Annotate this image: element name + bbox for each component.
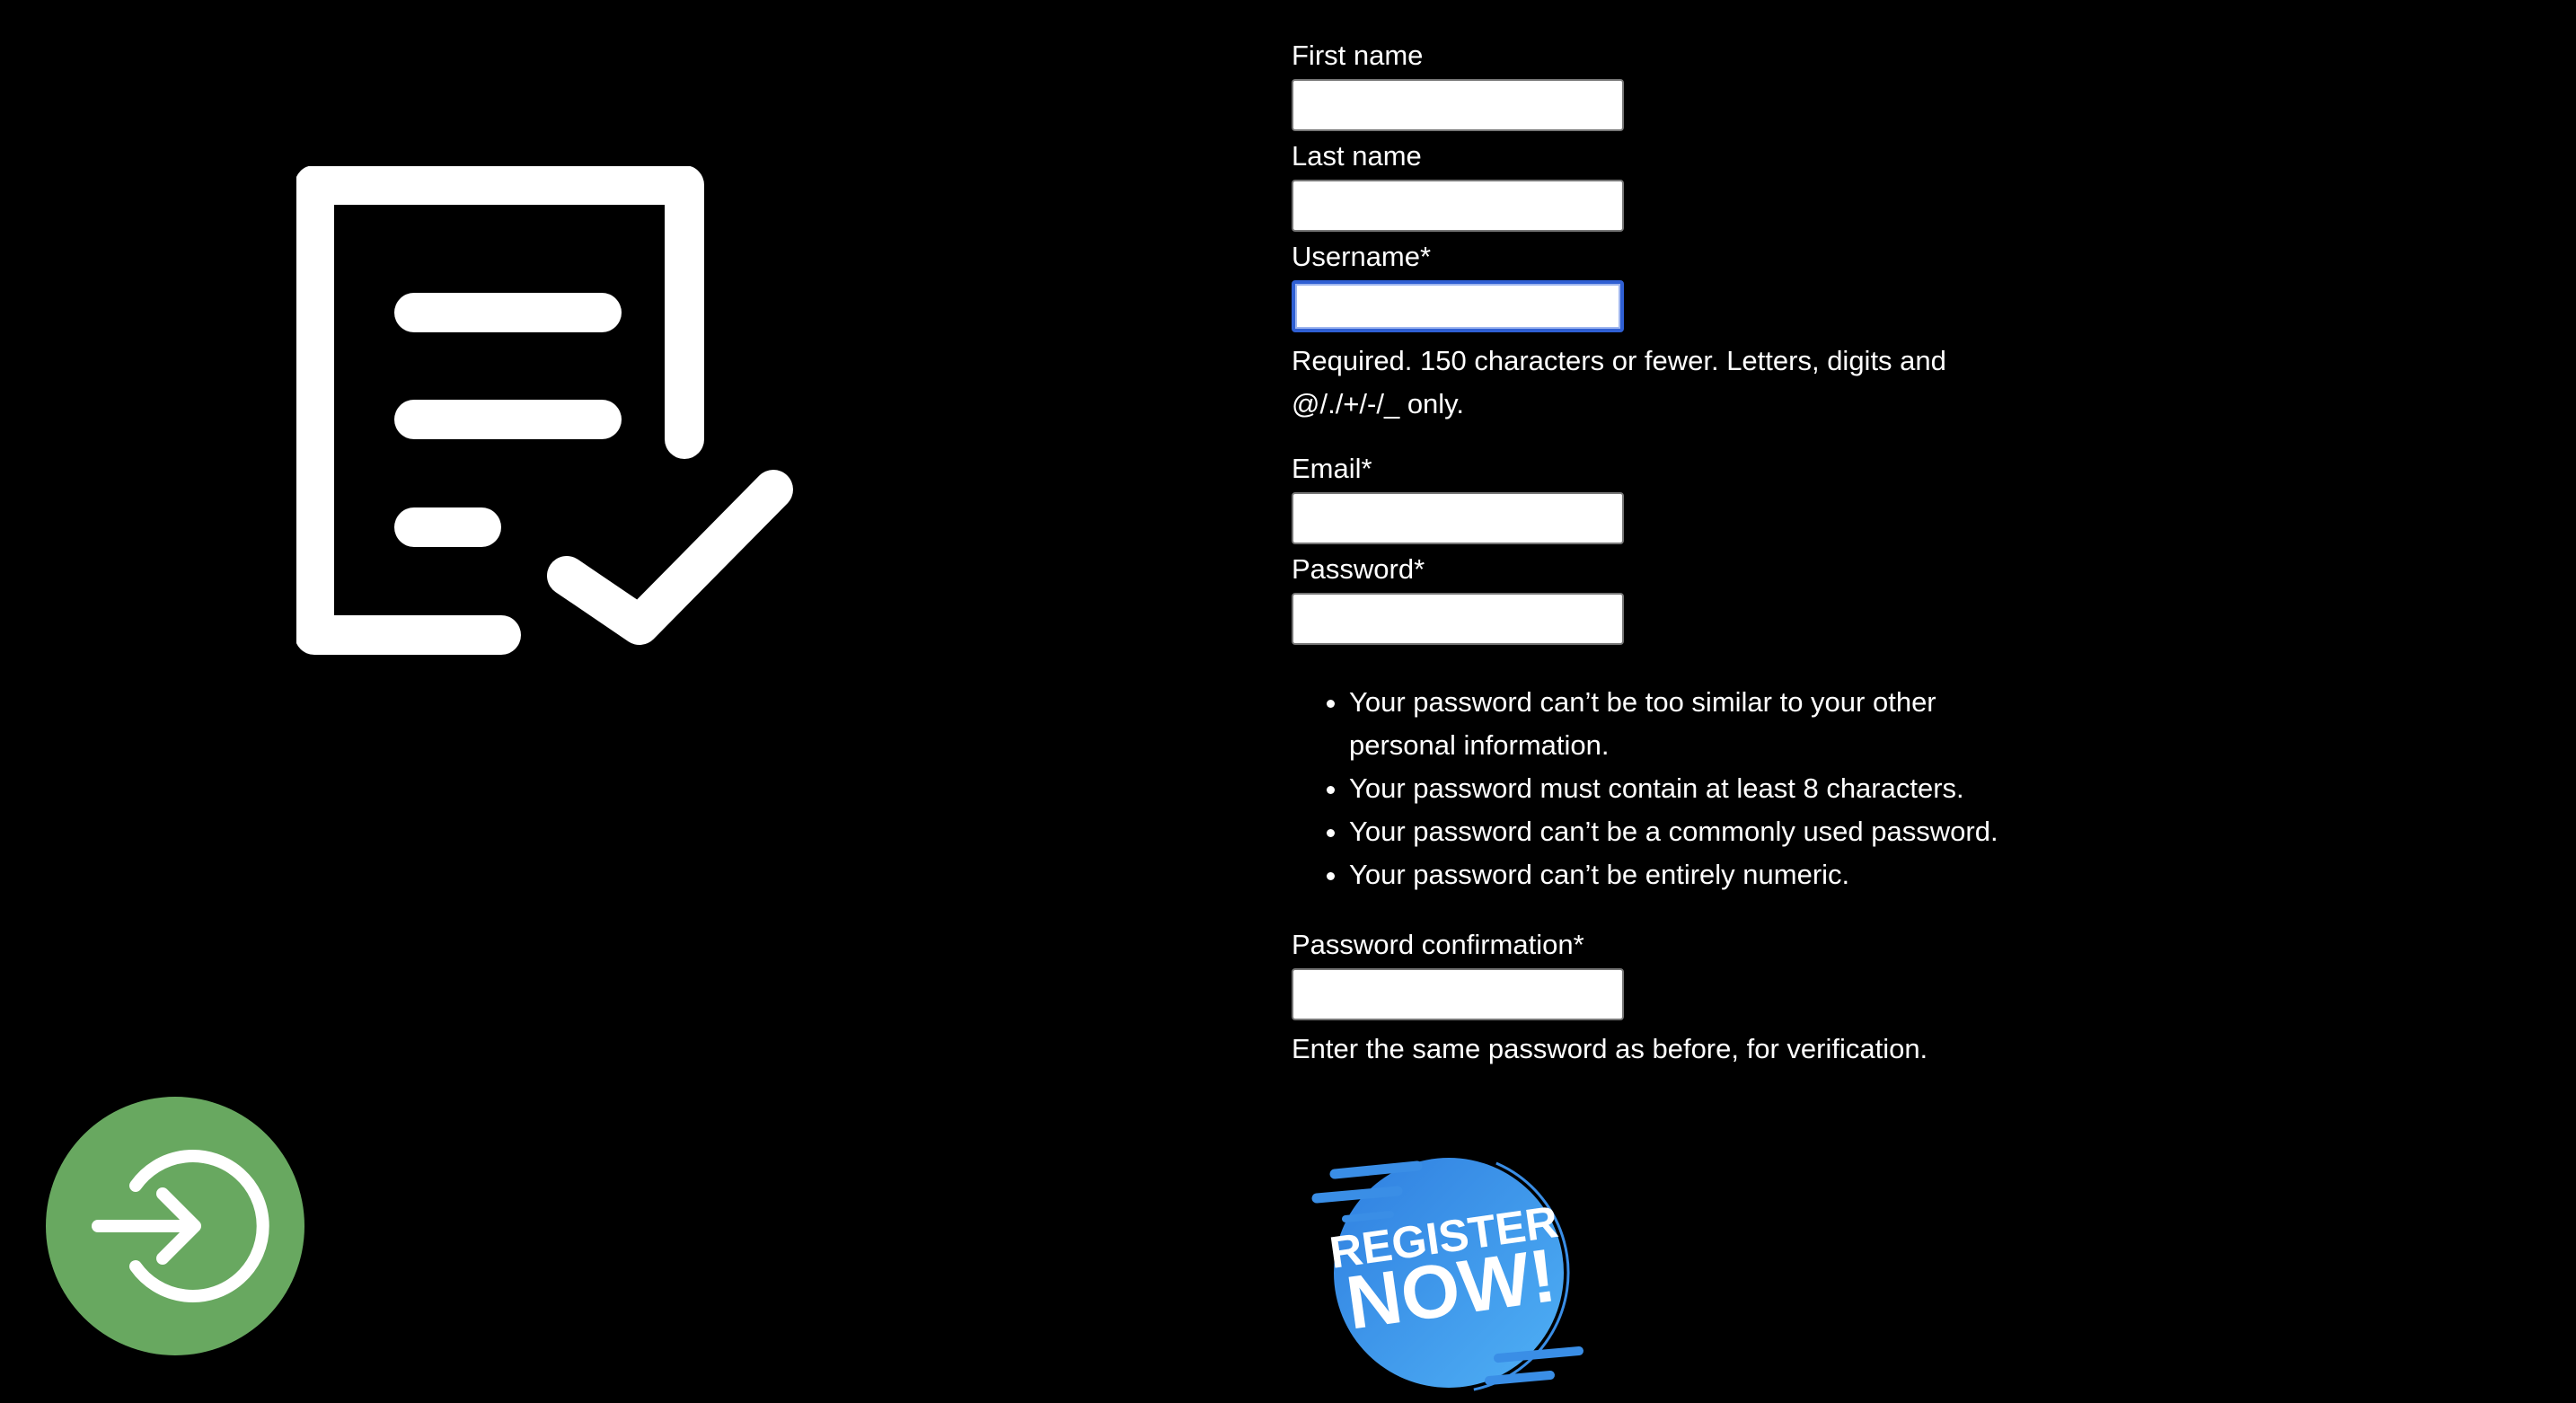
page: First name Last name Username* Required.… <box>0 0 2576 1403</box>
password-confirmation-label: Password confirmation* <box>1292 929 1584 960</box>
password-confirmation-help-text: Enter the same password as before, for v… <box>1292 1033 1928 1064</box>
email-label: Email* <box>1292 453 1372 484</box>
password-rule: Your password can’t be too similar to yo… <box>1349 681 2050 767</box>
first-name-input[interactable] <box>1292 79 1624 131</box>
password-rules-list: Your password can’t be too similar to yo… <box>1292 681 2050 896</box>
login-button[interactable] <box>46 1097 304 1355</box>
password-input[interactable] <box>1292 593 1624 645</box>
username-help-text: Required. 150 characters or fewer. Lette… <box>1292 345 1946 419</box>
login-arrow-icon <box>92 1150 269 1302</box>
password-rule: Your password can’t be a commonly used p… <box>1349 810 2050 853</box>
register-now-button[interactable]: REGISTER NOW! <box>1310 1152 1588 1394</box>
first-name-label: First name <box>1292 40 1424 71</box>
document-checklist-icon <box>295 165 799 669</box>
registration-form: First name Last name Username* Required.… <box>1292 38 2064 1071</box>
username-label: Username* <box>1292 241 1432 272</box>
username-input[interactable] <box>1292 280 1624 332</box>
password-label: Password* <box>1292 553 1425 585</box>
email-input[interactable] <box>1292 492 1624 544</box>
password-rule: Your password can’t be entirely numeric. <box>1349 853 2050 896</box>
last-name-label: Last name <box>1292 140 1422 172</box>
password-confirmation-input[interactable] <box>1292 968 1624 1020</box>
password-rule: Your password must contain at least 8 ch… <box>1349 767 2050 810</box>
last-name-input[interactable] <box>1292 180 1624 232</box>
